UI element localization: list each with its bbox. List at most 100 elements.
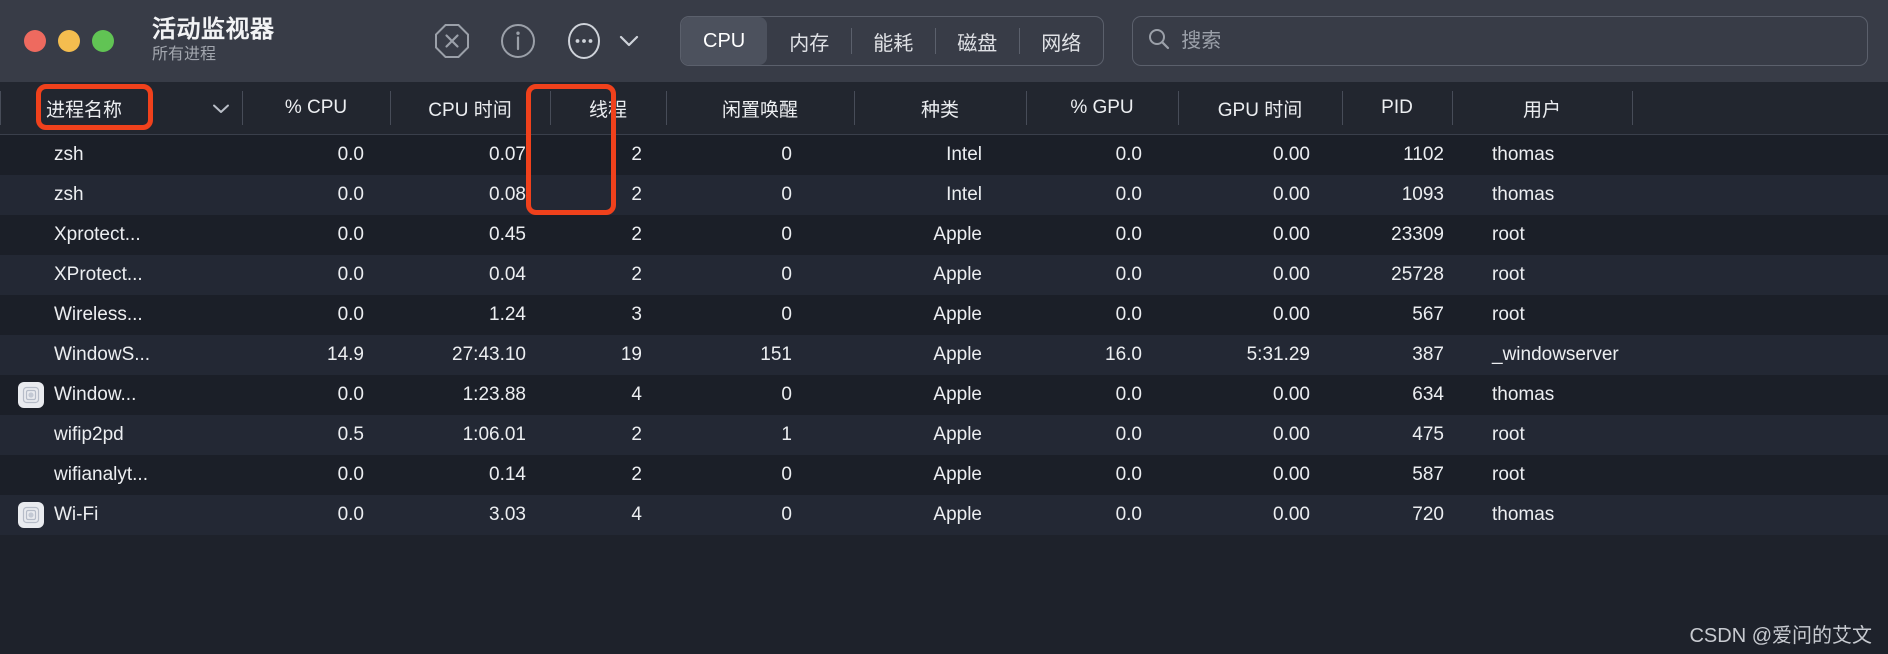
cell-cpu-percent: 0.0: [337, 504, 364, 525]
view-tabs[interactable]: CPU 内存 能耗 磁盘 网络: [680, 16, 1105, 66]
tab-cpu-label: CPU: [703, 29, 746, 52]
column-header-process-name[interactable]: 进程名称: [0, 82, 200, 134]
cell-cpu-percent: 0.0: [337, 304, 364, 325]
window-titlebar: 活动监视器 所有进程 CPU 内存 能耗 磁盘 网络 搜索: [0, 0, 1888, 82]
cell-cpu-time: 0.14: [489, 464, 526, 485]
tab-network[interactable]: 网络: [1019, 17, 1103, 65]
column-header-gpu-time[interactable]: GPU 时间: [1178, 82, 1342, 134]
cell-pid: 634: [1412, 384, 1444, 405]
column-header-gpu-percent-label: % GPU: [1070, 97, 1134, 118]
process-app-icon: [18, 302, 44, 328]
cell-gpu-percent: 0.0: [1115, 464, 1142, 485]
close-window-button[interactable]: [24, 30, 46, 52]
process-name-label: Window...: [54, 384, 137, 405]
column-header-idle-wakeups[interactable]: 闲置唤醒: [666, 82, 854, 134]
cell-spacer: [1632, 335, 1888, 375]
cell-gpu-percent: 0.0: [1115, 424, 1142, 445]
column-header-cpu-percent[interactable]: % CPU: [242, 82, 390, 134]
table-row[interactable]: Window... 0.0 1:23.88 4 0 Apple 0.0 0.00 634 thom…: [0, 375, 1888, 415]
column-header-gpu-percent[interactable]: % GPU: [1026, 82, 1178, 134]
table-row[interactable]: zsh 0.0 0.07 2 0 Intel 0.0 0.00 1102 thomas: [0, 135, 1888, 175]
process-name-label: Xprotect...: [54, 224, 141, 245]
column-header-process-name-label: 进程名称: [46, 99, 123, 121]
cell-gpu-percent: 0.0: [1115, 144, 1142, 165]
activity-monitor-window: 活动监视器 所有进程 CPU 内存 能耗 磁盘 网络 搜索 进程名称 % CPU…: [0, 0, 1888, 654]
cell-user: thomas: [1492, 384, 1555, 405]
column-divider: [390, 91, 391, 125]
column-header-gpu-time-label: GPU 时间: [1217, 99, 1303, 121]
cell-gpu-percent: 0.0: [1115, 384, 1142, 405]
cell-gpu-time: 0.00: [1273, 304, 1310, 325]
process-app-icon: [18, 222, 44, 248]
tab-energy[interactable]: 能耗: [851, 17, 935, 65]
column-header-spacer: [1632, 82, 1888, 134]
tab-network-label: 网络: [1041, 32, 1082, 55]
cell-pid: 587: [1412, 464, 1444, 485]
column-sort-chevron[interactable]: [200, 82, 242, 134]
cell-cpu-percent: 0.0: [337, 384, 364, 405]
inspect-process-icon[interactable]: [498, 21, 538, 61]
table-row[interactable]: zsh 0.0 0.08 2 0 Intel 0.0 0.00 1093 thomas: [0, 175, 1888, 215]
cell-threads: 2: [631, 264, 642, 285]
tab-energy-label: 能耗: [873, 32, 914, 55]
chevron-down-icon[interactable]: [618, 30, 640, 52]
column-header-cpu-time[interactable]: CPU 时间: [390, 82, 550, 134]
cell-pid: 1093: [1401, 184, 1444, 205]
cell-cpu-time: 1:23.88: [462, 384, 526, 405]
tab-cpu[interactable]: CPU: [681, 17, 768, 65]
column-header-pid[interactable]: PID: [1342, 82, 1452, 134]
cell-threads: 2: [631, 184, 642, 205]
cell-user: thomas: [1492, 144, 1555, 165]
cell-pid: 1102: [1403, 144, 1444, 165]
cell-process-name: Xprotect...: [0, 215, 242, 255]
cell-kind: Apple: [933, 384, 982, 405]
cell-threads: 2: [631, 424, 642, 445]
cell-threads: 19: [620, 344, 642, 365]
cell-gpu-percent: 16.0: [1105, 344, 1142, 365]
cell-idle-wakeups: 0: [781, 144, 792, 165]
table-row[interactable]: wifianalyt... 0.0 0.14 2 0 Apple 0.0 0.00 587 roo…: [0, 455, 1888, 495]
column-header-kind[interactable]: 种类: [854, 82, 1026, 134]
maximize-window-button[interactable]: [92, 30, 114, 52]
cell-gpu-time: 0.00: [1273, 264, 1310, 285]
cell-spacer: [1632, 455, 1888, 495]
cell-cpu-time: 1.24: [489, 304, 526, 325]
table-row[interactable]: Xprotect... 0.0 0.45 2 0 Apple 0.0 0.00 23309 roo…: [0, 215, 1888, 255]
cell-gpu-time: 0.00: [1273, 144, 1310, 165]
table-row[interactable]: wifip2pd 0.5 1:06.01 2 1 Apple 0.0 0.00 475 root: [0, 415, 1888, 455]
cell-kind: Apple: [933, 344, 982, 365]
minimize-window-button[interactable]: [58, 30, 80, 52]
table-row[interactable]: WindowS... 14.9 27:43.10 19 151 Apple 16.0 5:31…: [0, 335, 1888, 375]
tab-disk[interactable]: 磁盘: [935, 17, 1019, 65]
cell-gpu-time: 0.00: [1273, 464, 1310, 485]
cell-process-name: zsh: [0, 135, 242, 175]
column-header-pid-label: PID: [1381, 97, 1413, 118]
process-app-icon: [18, 182, 44, 208]
process-table-body[interactable]: zsh 0.0 0.07 2 0 Intel 0.0 0.00 1102 thomas zsh 0.0…: [0, 135, 1888, 535]
search-input[interactable]: [1181, 29, 1853, 53]
table-row[interactable]: Wi-Fi 0.0 3.03 4 0 Apple 0.0 0.00 720 thomas: [0, 495, 1888, 535]
table-row[interactable]: Wireless... 0.0 1.24 3 0 Apple 0.0 0.00 567 root: [0, 295, 1888, 335]
cell-gpu-time: 0.00: [1273, 224, 1310, 245]
process-app-icon: [18, 382, 44, 408]
column-header-user[interactable]: 用户: [1452, 82, 1632, 134]
cell-threads: 3: [631, 304, 642, 325]
table-row[interactable]: XProtect... 0.0 0.04 2 0 Apple 0.0 0.00 25728 roo…: [0, 255, 1888, 295]
more-options-icon[interactable]: [564, 21, 604, 61]
stop-process-icon[interactable]: [432, 21, 472, 61]
column-header-threads[interactable]: 线程: [550, 82, 666, 134]
cell-gpu-percent: 0.0: [1115, 264, 1142, 285]
toolbar-icon-group: [432, 21, 640, 61]
tab-memory[interactable]: 内存: [767, 17, 851, 65]
search-box[interactable]: [1132, 16, 1868, 66]
cell-spacer: [1632, 255, 1888, 295]
cell-idle-wakeups: 0: [781, 224, 792, 245]
cell-pid: 25728: [1391, 264, 1444, 285]
cell-idle-wakeups: 0: [781, 264, 792, 285]
cell-gpu-time: 5:31.29: [1246, 344, 1310, 365]
tab-disk-label: 磁盘: [957, 32, 998, 55]
cell-process-name: wifip2pd: [0, 415, 242, 455]
column-divider: [666, 91, 667, 125]
process-name-label: XProtect...: [54, 264, 143, 285]
process-name-label: wifip2pd: [54, 424, 124, 445]
